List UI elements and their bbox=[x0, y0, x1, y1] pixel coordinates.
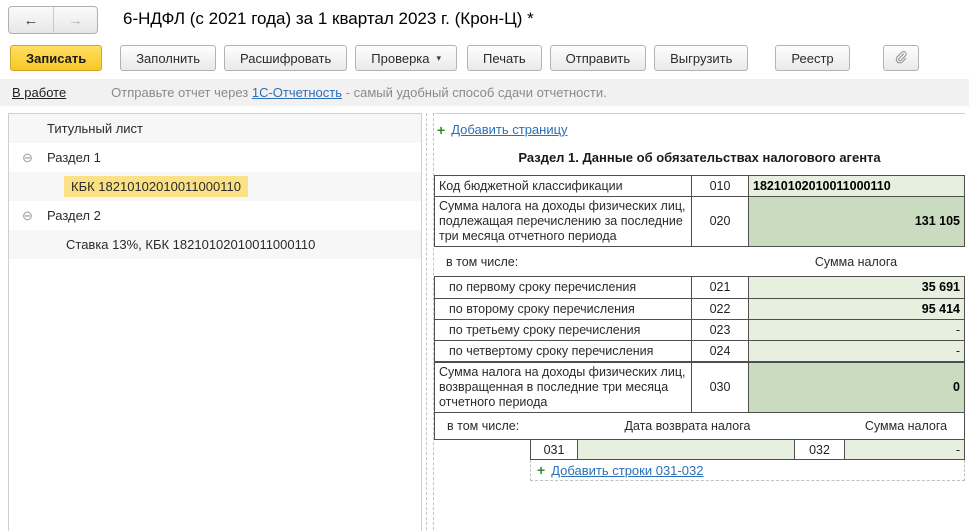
including-label: в том числе: bbox=[447, 419, 519, 433]
table-block-2: по первому сроку перечисления 021 35 691… bbox=[434, 276, 965, 362]
report-state-link[interactable]: В работе bbox=[12, 85, 66, 100]
tree-item-title-page[interactable]: Титульный лист bbox=[9, 114, 421, 143]
status-message: Отправьте отчет через 1С-Отчетность - са… bbox=[111, 85, 607, 100]
plus-icon: + bbox=[437, 123, 445, 137]
check-button[interactable]: Проверка ▾ bbox=[355, 45, 457, 71]
attachments-button[interactable] bbox=[883, 45, 919, 71]
add-page-row: + Добавить страницу bbox=[437, 122, 965, 137]
row-023-code: 023 bbox=[691, 319, 748, 340]
row-021-label: по первому сроку перечисления bbox=[435, 277, 691, 298]
row-024-code: 024 bbox=[691, 340, 748, 361]
print-button[interactable]: Печать bbox=[467, 45, 542, 71]
decipher-button[interactable]: Расшифровать bbox=[224, 45, 347, 71]
including-header-2: в том числе: Дата возврата налога Сумма … bbox=[435, 412, 964, 439]
row-031-spacer bbox=[434, 440, 530, 460]
panel-splitter[interactable] bbox=[426, 113, 434, 530]
row-022-code: 022 bbox=[691, 298, 748, 319]
add-page-link[interactable]: Добавить страницу bbox=[451, 122, 567, 137]
send-button[interactable]: Отправить bbox=[550, 45, 646, 71]
row-023-value-field[interactable]: - bbox=[748, 319, 964, 340]
row-031-032: 031 032 - bbox=[434, 440, 965, 460]
including-header-1: в том числе: Сумма налога bbox=[434, 247, 965, 276]
row-030-code: 030 bbox=[691, 363, 748, 412]
status-message-after: - самый удобный способ сдачи отчетности. bbox=[342, 85, 607, 100]
tree-item-label: КБК 18210102010011000110 bbox=[9, 179, 248, 194]
plus-icon: + bbox=[537, 463, 545, 477]
1c-reporting-link[interactable]: 1С-Отчетность bbox=[252, 85, 342, 100]
back-button[interactable]: ← bbox=[9, 7, 53, 33]
add-rows-031-032-link[interactable]: Добавить строки 031-032 bbox=[551, 463, 703, 478]
toolbar: Записать Заполнить Расшифровать Проверка… bbox=[0, 45, 969, 75]
status-bar: В работе Отправьте отчет через 1С-Отчетн… bbox=[0, 79, 969, 106]
selected-item-highlight: КБК 18210102010011000110 bbox=[64, 176, 248, 197]
row-031-date-field[interactable] bbox=[578, 440, 795, 460]
nav-history-group: ← → bbox=[8, 6, 98, 34]
row-024-value-field[interactable]: - bbox=[748, 340, 964, 361]
row-021-value-field[interactable]: 35 691 bbox=[748, 277, 964, 298]
tree-item-label: Ставка 13%, КБК 18210102010011000110 bbox=[9, 237, 315, 252]
fill-button[interactable]: Заполнить bbox=[120, 45, 216, 71]
table-block-3: Сумма налога на доходы физических лиц, в… bbox=[434, 362, 965, 440]
row-022-label: по второму сроку перечисления bbox=[435, 298, 691, 319]
section1-form-panel: + Добавить страницу Раздел 1. Данные об … bbox=[434, 113, 965, 530]
row-030-label: Сумма налога на доходы физических лиц, в… bbox=[435, 363, 691, 412]
status-message-before: Отправьте отчет через bbox=[111, 85, 252, 100]
row-032-value-field[interactable]: - bbox=[845, 440, 965, 460]
save-button[interactable]: Записать bbox=[10, 45, 102, 71]
row-020-value-field[interactable]: 131 105 bbox=[748, 196, 964, 246]
sum-column-header: Сумма налога bbox=[747, 255, 965, 269]
back-arrow-icon: ← bbox=[24, 12, 39, 29]
sum-column-header: Сумма налога bbox=[846, 419, 966, 433]
row-020-label: Сумма налога на доходы физических лиц, п… bbox=[435, 196, 691, 246]
table-block-1: Код бюджетной классификации 010 18210102… bbox=[434, 175, 965, 247]
including-label: в том числе: bbox=[446, 255, 518, 269]
row-010-value-field[interactable]: 18210102010011000110 bbox=[748, 176, 964, 196]
row-010-code: 010 bbox=[691, 176, 748, 196]
forward-button[interactable]: → bbox=[53, 7, 97, 33]
collapse-icon[interactable]: ⊖ bbox=[22, 209, 33, 222]
tree-item-section-1[interactable]: ⊖ Раздел 1 bbox=[9, 143, 421, 172]
check-button-label: Проверка bbox=[371, 51, 429, 66]
section-title: Раздел 1. Данные об обязательствах налог… bbox=[434, 150, 965, 165]
add-rows-area: + Добавить строки 031-032 bbox=[530, 460, 965, 481]
paperclip-icon bbox=[893, 50, 909, 66]
title-bar: ← → 6-НДФЛ (с 2021 года) за 1 квартал 20… bbox=[0, 0, 969, 42]
sections-tree-panel: Титульный лист ⊖ Раздел 1 КБК 1821010201… bbox=[8, 113, 422, 531]
row-030-value-field[interactable]: 0 bbox=[748, 363, 964, 412]
row-024-label: по четвертому сроку перечисления bbox=[435, 340, 691, 361]
tree-item-rate-13[interactable]: Ставка 13%, КБК 18210102010011000110 bbox=[9, 230, 421, 259]
forward-arrow-icon: → bbox=[68, 12, 83, 29]
chevron-down-icon: ▾ bbox=[437, 54, 442, 63]
row-032-code: 032 bbox=[795, 440, 845, 460]
row-022-value-field[interactable]: 95 414 bbox=[748, 298, 964, 319]
row-020-code: 020 bbox=[691, 196, 748, 246]
return-date-column-header: Дата возврата налога bbox=[579, 419, 796, 433]
page-title: 6-НДФЛ (с 2021 года) за 1 квартал 2023 г… bbox=[123, 9, 534, 29]
tree-item-label: Титульный лист bbox=[9, 121, 143, 136]
collapse-icon[interactable]: ⊖ bbox=[22, 151, 33, 164]
row-010-label: Код бюджетной классификации bbox=[435, 176, 691, 196]
row-023-label: по третьему сроку перечисления bbox=[435, 319, 691, 340]
row-021-code: 021 bbox=[691, 277, 748, 298]
row-031-code: 031 bbox=[530, 440, 578, 460]
unload-button[interactable]: Выгрузить bbox=[654, 45, 748, 71]
registry-button[interactable]: Реестр bbox=[775, 45, 849, 71]
tree-item-section-2[interactable]: ⊖ Раздел 2 bbox=[9, 201, 421, 230]
tree-item-kbk-selected[interactable]: КБК 18210102010011000110 bbox=[9, 172, 421, 201]
